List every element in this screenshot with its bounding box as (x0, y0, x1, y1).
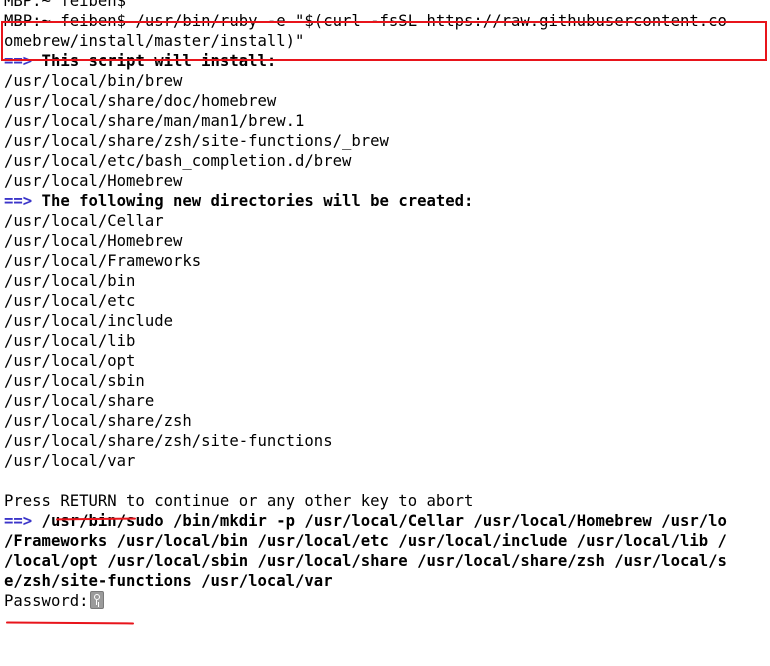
install-item: /usr/local/share/doc/homebrew (4, 92, 277, 110)
press-return-line: Press RETURN to continue or any other ke… (4, 492, 474, 510)
arrow-marker: ==> (4, 192, 33, 210)
sudo-command-line-2: /Frameworks /usr/local/bin /usr/local/et… (4, 532, 727, 550)
install-item: /usr/local/etc/bash_completion.d/brew (4, 152, 352, 170)
directories-header-text: The following new directories will be cr… (32, 192, 474, 210)
install-header: ==> This script will install: (4, 51, 770, 71)
directory-item: /usr/local/bin (4, 272, 136, 290)
sudo-command-line-4: e/zsh/site-functions /usr/local/var (4, 572, 333, 590)
directory-item: /usr/local/opt (4, 352, 136, 370)
install-item: /usr/local/share/zsh/site-functions/_bre… (4, 132, 389, 150)
directory-item: /usr/local/Frameworks (4, 252, 202, 270)
directory-item: /usr/local/Cellar (4, 212, 164, 230)
command-line-1: MBP:~ feiben$ /usr/bin/ruby -e "$(curl -… (4, 12, 727, 30)
install-item: /usr/local/share/man/man1/brew.1 (4, 112, 305, 130)
directory-item: /usr/local/share (4, 392, 155, 410)
previous-prompt-line: MBP:~ feiben$ (4, 0, 127, 10)
password-prompt-line[interactable]: Password: (4, 591, 770, 611)
password-underline (5, 621, 135, 625)
directory-item: /usr/local/etc (4, 292, 136, 310)
directory-item: /usr/local/sbin (4, 372, 145, 390)
directory-item: /usr/local/share/zsh/site-functions (4, 432, 333, 450)
key-icon (89, 591, 104, 609)
directory-item: /usr/local/include (4, 312, 173, 330)
directory-item: /usr/local/var (4, 452, 136, 470)
install-header-text: This script will install: (32, 52, 277, 70)
install-item: /usr/local/Homebrew (4, 172, 183, 190)
install-item: /usr/local/bin/brew (4, 72, 183, 90)
directory-item: /usr/local/Homebrew (4, 232, 183, 250)
sudo-command-line-3: /local/opt /usr/local/sbin /usr/local/sh… (4, 552, 727, 570)
directories-header: ==> The following new directories will b… (4, 191, 770, 211)
directory-item: /usr/local/lib (4, 332, 136, 350)
sudo-command-line-1: ==> /usr/bin/sudo /bin/mkdir -p /usr/loc… (4, 511, 770, 531)
password-prompt: Password: (4, 592, 89, 610)
command-line-2: omebrew/install/master/install)" (4, 32, 305, 50)
directory-item: /usr/local/share/zsh (4, 412, 192, 430)
arrow-marker: ==> (4, 52, 33, 70)
arrow-marker: ==> (4, 512, 33, 530)
sudo-command-text: /usr/bin/sudo /bin/mkdir -p /usr/local/C… (32, 512, 727, 530)
